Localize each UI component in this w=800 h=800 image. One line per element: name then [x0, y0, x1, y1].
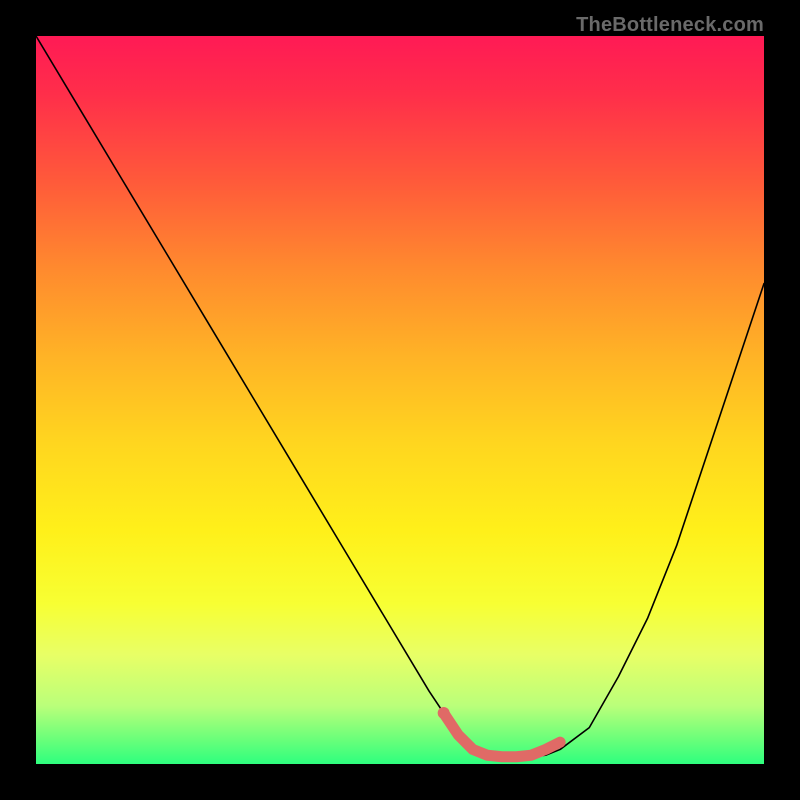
highlight-start-dot [438, 707, 450, 719]
bottleneck-curve-path [36, 36, 764, 757]
chart-container: TheBottleneck.com [0, 0, 800, 800]
watermark-text: TheBottleneck.com [576, 14, 764, 37]
highlight-segment-path [444, 713, 560, 757]
plot-area [36, 36, 764, 764]
curve-svg [36, 36, 764, 764]
